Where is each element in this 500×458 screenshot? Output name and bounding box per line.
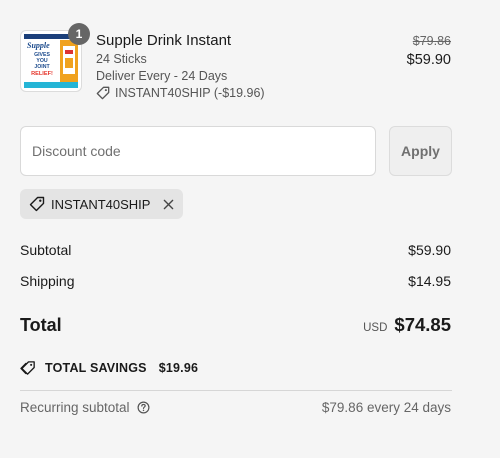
total-savings-value: $19.96 (158, 361, 199, 375)
help-circle-icon[interactable] (137, 401, 150, 414)
recurring-subtotal-label: Recurring subtotal (20, 400, 130, 415)
product-price: $59.90 (406, 52, 451, 68)
original-price: $79.86 (412, 34, 451, 48)
summary-divider (20, 390, 452, 391)
tag-icon (96, 86, 110, 100)
subtotal-label: Subtotal (20, 242, 72, 258)
total-savings-label: TOTAL SAVINGS (45, 361, 147, 375)
total-amount: $74.85 (394, 314, 451, 335)
applied-discount-code: INSTANT40SHIP (51, 196, 151, 212)
shipping-label: Shipping (20, 273, 75, 289)
subtotal-value: $59.90 (408, 242, 451, 258)
shipping-value: $14.95 (408, 273, 451, 289)
product-discount: INSTANT40SHIP (-$19.96) (96, 86, 265, 100)
remove-discount-button[interactable] (163, 199, 174, 210)
applied-discount-chip: INSTANT40SHIP (20, 189, 183, 219)
product-discount-label: INSTANT40SHIP (-$19.96) (115, 86, 265, 100)
total-savings: TOTAL SAVINGS $19.96 (20, 360, 198, 376)
quantity-badge: 1 (68, 23, 90, 45)
recurring-subtotal-value: $79.86 every 24 days (321, 400, 451, 415)
product-image: Supple GIVES YOU JOINT RELIEF! (24, 34, 78, 88)
svg-text:RELIEF!: RELIEF! (31, 71, 53, 77)
recurring-subtotal: Recurring subtotal (20, 400, 150, 415)
tag-icon (29, 196, 45, 212)
discount-code-input[interactable] (20, 126, 376, 176)
svg-text:JOINT: JOINT (34, 64, 50, 70)
currency-code: USD (363, 322, 388, 334)
product-name: Supple Drink Instant (96, 32, 232, 49)
product-variant: 24 Sticks (96, 52, 147, 66)
product-delivery-frequency: Deliver Every - 24 Days (96, 69, 228, 83)
close-icon (163, 199, 174, 209)
svg-text:Supple: Supple (27, 41, 50, 50)
total-value: USD $74.85 (363, 314, 451, 336)
total-label: Total (20, 315, 62, 335)
savings-tags-icon (20, 361, 35, 375)
apply-discount-button[interactable]: Apply (389, 126, 452, 176)
